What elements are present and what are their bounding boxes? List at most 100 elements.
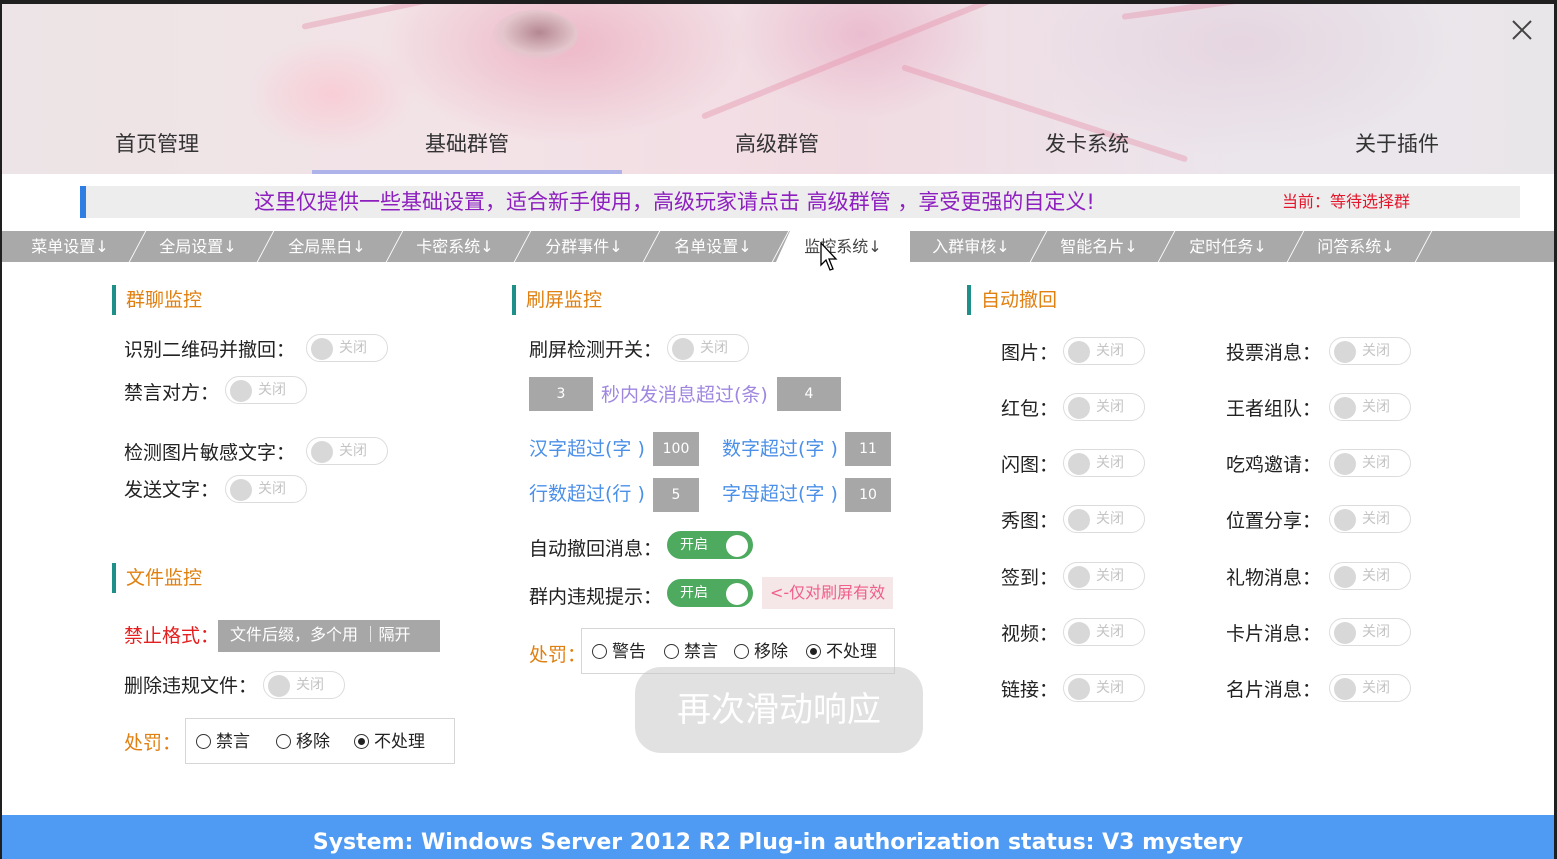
tab-global-settings[interactable]: 全局设置↓ bbox=[138, 231, 275, 262]
nav-card-system[interactable]: 发卡系统 bbox=[932, 124, 1242, 174]
tab-monitor-system[interactable]: 监控系统↓ bbox=[776, 231, 910, 262]
label-qrcode-recall: 识别二维码并撤回： bbox=[124, 339, 296, 361]
tab-global-blackwhite[interactable]: 全局黑白↓ bbox=[267, 231, 404, 262]
section-title-file-monitor: 文件监控 bbox=[112, 563, 202, 593]
toggle-delete-violating-file[interactable]: 关闭 bbox=[263, 671, 345, 699]
forbid-format-input[interactable] bbox=[218, 620, 440, 652]
toggle-send-text[interactable]: 关闭 bbox=[225, 475, 307, 503]
label-auto-recall-message: 自动撤回消息： bbox=[529, 538, 663, 560]
spam-rate-input[interactable]: 4 bbox=[777, 377, 841, 411]
top-nav: 首页管理 基础群管 高级群管 发卡系统 关于插件 bbox=[2, 124, 1554, 174]
spam-punish-none[interactable]: 不处理 bbox=[806, 642, 877, 662]
violation-hint: <-仅对刷屏有效 bbox=[762, 577, 894, 609]
toggle-image-sensitive-text[interactable]: 关闭 bbox=[306, 437, 388, 465]
label-recall-honor-team: 王者组队： bbox=[1226, 398, 1322, 420]
nav-basic-group[interactable]: 基础群管 bbox=[312, 124, 622, 174]
label-recall-location: 位置分享： bbox=[1226, 510, 1322, 532]
label-recall-vote: 投票消息： bbox=[1226, 342, 1322, 364]
label-recall-link: 链接： bbox=[1001, 679, 1059, 701]
section-title-group-monitor: 群聊监控 bbox=[112, 285, 202, 315]
label-send-text: 发送文字： bbox=[124, 479, 220, 501]
nav-about-plugin[interactable]: 关于插件 bbox=[1242, 124, 1552, 174]
label-recall-card-message: 卡片消息： bbox=[1226, 623, 1322, 645]
toggle-recall-location[interactable]: 关闭 bbox=[1329, 505, 1411, 533]
label-forbid-format: 禁止格式： bbox=[124, 625, 220, 647]
close-button[interactable] bbox=[1504, 12, 1540, 48]
file-punish-none[interactable]: 不处理 bbox=[354, 732, 425, 752]
tab-scheduled-tasks[interactable]: 定时任务↓ bbox=[1168, 231, 1305, 262]
label-recall-checkin: 签到： bbox=[1001, 567, 1059, 589]
label-digit-limit: 数字超过(字 ) bbox=[722, 438, 838, 460]
digit-limit-input[interactable]: 11 bbox=[845, 432, 891, 466]
toggle-recall-redpacket[interactable]: 关闭 bbox=[1063, 393, 1145, 421]
label-delete-violating-file: 删除违规文件： bbox=[124, 675, 258, 697]
toggle-recall-video[interactable]: 关闭 bbox=[1063, 618, 1145, 646]
toggle-recall-image[interactable]: 关闭 bbox=[1063, 337, 1145, 365]
lines-limit-input[interactable]: 5 bbox=[653, 478, 699, 512]
label-recall-redpacket: 红包： bbox=[1001, 398, 1059, 420]
nav-advanced-group[interactable]: 高级群管 bbox=[622, 124, 932, 174]
spam-seconds-input[interactable]: 3 bbox=[529, 377, 593, 411]
toggle-recall-gift[interactable]: 关闭 bbox=[1329, 562, 1411, 590]
label-recall-show-image: 秀图： bbox=[1001, 510, 1059, 532]
letters-limit-input[interactable]: 10 bbox=[845, 478, 891, 512]
app-window: 首页管理 基础群管 高级群管 发卡系统 关于插件 这里仅提供一些基础设置，适合新… bbox=[2, 4, 1554, 859]
tab-cardkey-system[interactable]: 卡密系统↓ bbox=[395, 231, 532, 262]
spam-punish-warn[interactable]: 警告 bbox=[592, 642, 646, 662]
tab-qa-system[interactable]: 问答系统↓ bbox=[1296, 231, 1433, 262]
toggle-recall-show-image[interactable]: 关闭 bbox=[1063, 505, 1145, 533]
nav-home[interactable]: 首页管理 bbox=[2, 124, 312, 174]
label-recall-gift: 礼物消息： bbox=[1226, 567, 1322, 589]
label-file-punish: 处罚： bbox=[124, 732, 182, 754]
toggle-recall-flash-image[interactable]: 关闭 bbox=[1063, 449, 1145, 477]
banner-art bbox=[492, 10, 578, 60]
label-letters-limit: 字母超过(字 ) bbox=[722, 483, 838, 505]
label-violation-notice: 群内违规提示： bbox=[529, 586, 663, 608]
spam-punish-mute[interactable]: 禁言 bbox=[664, 642, 718, 662]
file-punish-mute[interactable]: 禁言 bbox=[196, 732, 250, 752]
status-bar: System: Windows Server 2012 R2 Plug-in a… bbox=[2, 815, 1554, 859]
toggle-violation-notice[interactable]: 开启 bbox=[667, 579, 753, 607]
info-bar: 这里仅提供一些基础设置，适合新手使用，高级玩家请点击 高级群管 ，享受更强的自定… bbox=[80, 186, 1520, 218]
label-spam-rate: 秒内发消息超过(条) bbox=[601, 384, 768, 406]
label-lines-limit: 行数超过(行 ) bbox=[529, 483, 645, 505]
file-punish-group: 禁言 移除 不处理 bbox=[185, 718, 455, 764]
label-hanzi-limit: 汉字超过(字 ) bbox=[529, 438, 645, 460]
mouse-pointer-icon bbox=[820, 242, 838, 271]
toggle-recall-honor-team[interactable]: 关闭 bbox=[1329, 393, 1411, 421]
label-recall-namecard: 名片消息： bbox=[1226, 679, 1322, 701]
toggle-recall-link[interactable]: 关闭 bbox=[1063, 674, 1145, 702]
toggle-auto-recall-message[interactable]: 开启 bbox=[667, 531, 753, 559]
toggle-recall-checkin[interactable]: 关闭 bbox=[1063, 562, 1145, 590]
hanzi-limit-input[interactable]: 100 bbox=[653, 432, 699, 466]
label-spam-switch: 刷屏检测开关： bbox=[529, 339, 663, 361]
tab-smart-card[interactable]: 智能名片↓ bbox=[1039, 231, 1176, 262]
toggle-spam-switch[interactable]: 关闭 bbox=[667, 334, 749, 362]
toggle-qrcode-recall[interactable]: 关闭 bbox=[306, 334, 388, 362]
close-icon bbox=[1512, 20, 1532, 40]
label-recall-video: 视频： bbox=[1001, 623, 1059, 645]
label-mute-target: 禁言对方： bbox=[124, 382, 220, 404]
tab-group-events[interactable]: 分群事件↓ bbox=[524, 231, 661, 262]
label-image-sensitive-text: 检测图片敏感文字： bbox=[124, 442, 296, 464]
label-recall-pubg-invite: 吃鸡邀请： bbox=[1226, 454, 1322, 476]
swipe-overlay-toast: 再次滑动响应 bbox=[635, 667, 923, 753]
toggle-mute-target[interactable]: 关闭 bbox=[225, 376, 307, 404]
label-recall-image: 图片： bbox=[1001, 342, 1059, 364]
sub-tab-strip: 菜单设置↓ 全局设置↓ 全局黑白↓ 卡密系统↓ 分群事件↓ 名单设置↓ 监控系统… bbox=[2, 231, 1554, 262]
tab-list-settings[interactable]: 名单设置↓ bbox=[653, 231, 790, 262]
section-title-auto-recall: 自动撤回 bbox=[967, 285, 1057, 315]
toggle-recall-namecard[interactable]: 关闭 bbox=[1329, 674, 1411, 702]
spam-punish-remove[interactable]: 移除 bbox=[734, 642, 788, 662]
current-group-status: 当前：等待选择群 bbox=[1282, 192, 1411, 211]
toggle-recall-card-message[interactable]: 关闭 bbox=[1329, 618, 1411, 646]
tab-menu-settings[interactable]: 菜单设置↓ bbox=[10, 231, 147, 262]
header-banner: 首页管理 基础群管 高级群管 发卡系统 关于插件 bbox=[2, 4, 1554, 174]
tab-join-review[interactable]: 入群审核↓ bbox=[911, 231, 1048, 262]
info-message: 这里仅提供一些基础设置，适合新手使用，高级玩家请点击 高级群管 ，享受更强的自定… bbox=[254, 190, 1095, 214]
toggle-recall-pubg-invite[interactable]: 关闭 bbox=[1329, 449, 1411, 477]
section-title-spam-monitor: 刷屏监控 bbox=[512, 285, 602, 315]
file-punish-remove[interactable]: 移除 bbox=[276, 732, 330, 752]
label-recall-flash-image: 闪图： bbox=[1001, 454, 1059, 476]
toggle-recall-vote[interactable]: 关闭 bbox=[1329, 337, 1411, 365]
